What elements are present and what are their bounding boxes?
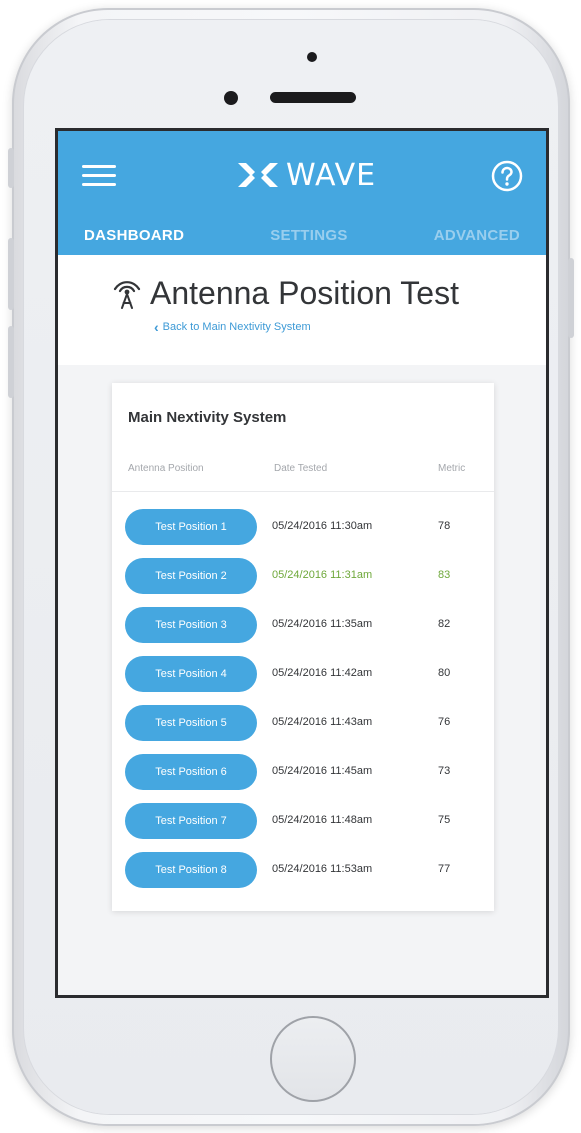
test-position-4-button[interactable]: Test Position 4 <box>125 656 257 692</box>
table-row: Test Position 1 05/24/2016 11:30am 78 <box>112 509 494 558</box>
brand-logo: WAVE <box>236 155 376 195</box>
row-metric: 78 <box>438 520 451 532</box>
column-header-position: Antenna Position <box>128 463 204 474</box>
test-position-7-button[interactable]: Test Position 7 <box>125 803 257 839</box>
row-metric: 73 <box>438 765 451 777</box>
back-link[interactable]: ‹ Back to Main Nextivity System <box>154 319 311 335</box>
proximity-sensor <box>307 52 317 62</box>
row-date: 05/24/2016 11:43am <box>272 716 373 728</box>
phone-screen: WAVE DASHBOARD SETTINGS ADVANCED Antenna… <box>55 128 549 998</box>
row-date: 05/24/2016 11:30am <box>272 520 373 532</box>
hamburger-menu-icon[interactable] <box>82 163 116 189</box>
mute-switch <box>8 148 14 188</box>
table-row: Test Position 2 05/24/2016 11:31am 83 <box>112 558 494 607</box>
card-title: Main Nextivity System <box>128 409 287 426</box>
row-metric: 75 <box>438 814 451 826</box>
test-position-8-button[interactable]: Test Position 8 <box>125 852 257 888</box>
row-metric: 82 <box>438 618 451 630</box>
row-metric: 80 <box>438 667 451 679</box>
table-row: Test Position 3 05/24/2016 11:35am 82 <box>112 607 494 656</box>
table-row: Test Position 5 05/24/2016 11:43am 76 <box>112 705 494 754</box>
brand-name: WAVE <box>286 157 377 193</box>
tab-dashboard[interactable]: DASHBOARD <box>84 225 184 255</box>
column-header-date: Date Tested <box>274 463 328 474</box>
test-position-3-button[interactable]: Test Position 3 <box>125 607 257 643</box>
divider <box>112 491 494 492</box>
table-row: Test Position 4 05/24/2016 11:42am 80 <box>112 656 494 705</box>
page-title-text: Antenna Position Test <box>150 275 459 311</box>
test-position-5-button[interactable]: Test Position 5 <box>125 705 257 741</box>
results-list: Test Position 1 05/24/2016 11:30am 78 Te… <box>112 509 494 901</box>
row-date: 05/24/2016 11:31am <box>272 569 373 581</box>
row-metric: 83 <box>438 569 451 581</box>
volume-down-button <box>8 326 14 398</box>
page-header: Antenna Position Test ‹ Back to Main Nex… <box>58 255 546 365</box>
earpiece-speaker <box>270 92 356 103</box>
row-date: 05/24/2016 11:53am <box>272 863 373 875</box>
tab-advanced[interactable]: ADVANCED <box>434 225 520 255</box>
tab-bar: DASHBOARD SETTINGS ADVANCED <box>58 225 546 255</box>
row-date: 05/24/2016 11:48am <box>272 814 373 826</box>
table-row: Test Position 6 05/24/2016 11:45am 73 <box>112 754 494 803</box>
row-metric: 76 <box>438 716 451 728</box>
page-title: Antenna Position Test <box>110 275 459 312</box>
power-button <box>568 258 574 338</box>
test-results-card: Main Nextivity System Antenna Position D… <box>112 383 494 911</box>
question-circle-icon[interactable] <box>490 159 524 193</box>
row-date: 05/24/2016 11:42am <box>272 667 373 679</box>
row-date: 05/24/2016 11:45am <box>272 765 373 777</box>
chevron-left-icon: ‹ <box>154 319 159 335</box>
row-metric: 77 <box>438 863 451 875</box>
front-camera <box>224 91 238 105</box>
wave-logo-icon <box>238 163 278 187</box>
volume-up-button <box>8 238 14 310</box>
antenna-icon <box>113 280 141 309</box>
tab-settings[interactable]: SETTINGS <box>270 225 347 255</box>
column-header-metric: Metric <box>438 463 466 474</box>
table-row: Test Position 8 05/24/2016 11:53am 77 <box>112 852 494 901</box>
table-row: Test Position 7 05/24/2016 11:48am 75 <box>112 803 494 852</box>
row-date: 05/24/2016 11:35am <box>272 618 373 630</box>
test-position-1-button[interactable]: Test Position 1 <box>125 509 257 545</box>
test-position-2-button[interactable]: Test Position 2 <box>125 558 257 594</box>
home-button[interactable] <box>270 1016 356 1102</box>
app-header: WAVE DASHBOARD SETTINGS ADVANCED <box>58 131 546 255</box>
test-position-6-button[interactable]: Test Position 6 <box>125 754 257 790</box>
back-link-label: Back to Main Nextivity System <box>162 321 311 333</box>
